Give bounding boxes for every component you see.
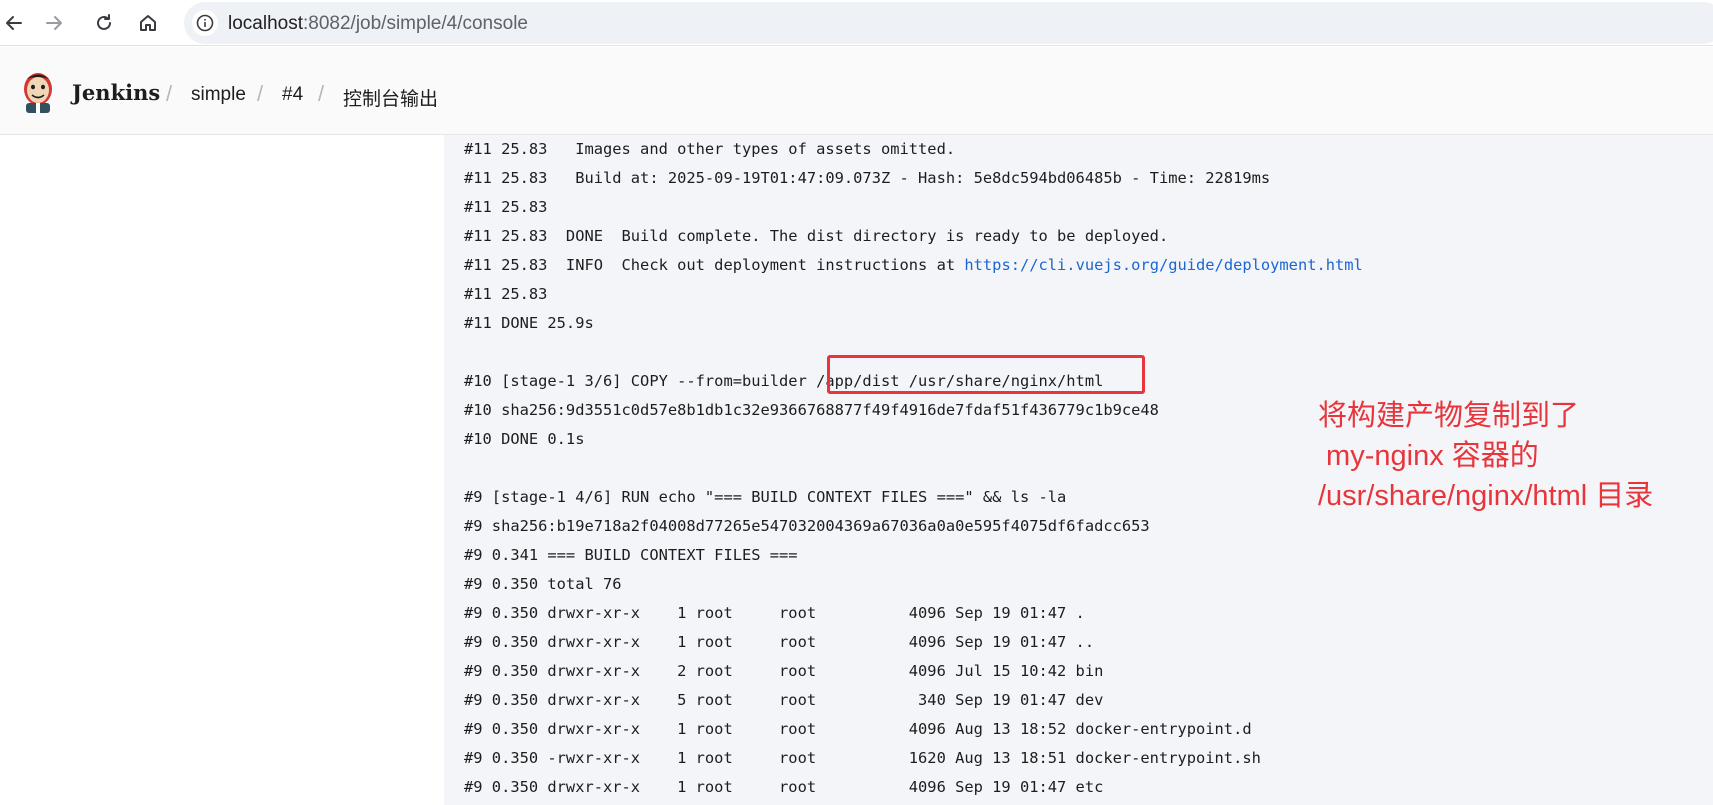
console-line: #11 25.83 Images and other types of asse… <box>464 135 1363 164</box>
console-line-text: #10 sha256:9d3551c0d57e8b1db1c32e9366768… <box>464 401 1159 419</box>
console-line: #9 0.350 -rwxr-xr-x 1 root root 1620 Aug… <box>464 744 1363 773</box>
console-line-text: #9 0.350 drwxr-xr-x 1 root root 4096 Aug… <box>464 720 1252 738</box>
console-line: #10 DONE 0.1s <box>464 425 1363 454</box>
console-line-text: #11 25.83 <box>464 285 548 303</box>
deployment-link[interactable]: https://cli.vuejs.org/guide/deployment.h… <box>964 256 1362 274</box>
annotation-text: 将构建产物复制到了 my-nginx 容器的 /usr/share/nginx/… <box>1318 400 1654 512</box>
console-line: #9 0.341 === BUILD CONTEXT FILES === <box>464 541 1363 570</box>
forward-icon[interactable] <box>40 9 68 37</box>
console-line: #11 25.83 DONE Build complete. The dist … <box>464 222 1363 251</box>
breadcrumb-separator: / <box>257 81 264 106</box>
url-text[interactable]: localhost:8082/job/simple/4/console <box>228 13 528 35</box>
console-line: #9 0.350 drwxr-xr-x 1 root root 4096 Sep… <box>464 599 1363 628</box>
console-line: #11 DONE 25.9s <box>464 309 1363 338</box>
breadcrumb-job[interactable]: simple <box>191 84 246 106</box>
console-line-text: #11 25.83 Build at: 2025-09-19T01:47:09.… <box>464 169 1271 187</box>
console-line-text: #9 0.350 drwxr-xr-x 1 root root 4096 Sep… <box>464 633 1095 651</box>
info-icon[interactable] <box>192 10 218 36</box>
console-line-text: #9 0.350 total 76 <box>464 575 622 593</box>
console-line: #10 sha256:9d3551c0d57e8b1db1c32e9366768… <box>464 396 1363 425</box>
console-line: #9 0.350 drwxr-xr-x 5 root root 340 Sep … <box>464 686 1363 715</box>
jenkins-brand[interactable]: Jenkins <box>72 80 160 105</box>
console-line-text: #11 25.83 DONE Build complete. The dist … <box>464 227 1169 245</box>
home-icon[interactable] <box>134 9 162 37</box>
breadcrumb-separator: / <box>318 81 325 106</box>
breadcrumb-separator: / <box>166 81 173 106</box>
console-line-text: #11 25.83 <box>464 198 548 216</box>
console-line: #9 0.350 drwxr-xr-x 1 root root 4096 Sep… <box>464 773 1363 802</box>
console-line-text: #9 0.350 drwxr-xr-x 2 root root 4096 Jul… <box>464 662 1104 680</box>
highlight-box <box>827 355 1145 394</box>
sidebar <box>0 135 444 805</box>
console-line: #11 25.83 INFO Check out deployment inst… <box>464 251 1363 280</box>
console-line-text: #10 DONE 0.1s <box>464 430 585 448</box>
jenkins-logo-icon[interactable] <box>18 71 58 115</box>
reload-icon[interactable] <box>90 9 118 37</box>
console-lines: #11 25.83 Images and other types of asse… <box>464 135 1363 802</box>
address-bar[interactable]: localhost:8082/job/simple/4/console <box>184 2 1713 44</box>
breadcrumb-console-output[interactable]: 控制台输出 <box>343 84 438 111</box>
console-line: #11 25.83 <box>464 280 1363 309</box>
console-line: #9 [stage-1 4/6] RUN echo "=== BUILD CON… <box>464 483 1363 512</box>
url-host: localhost <box>228 13 303 34</box>
console-line-text: #9 [stage-1 4/6] RUN echo "=== BUILD CON… <box>464 488 1067 506</box>
console-line-text: #11 25.83 Images and other types of asse… <box>464 140 956 158</box>
console-line-text: #9 0.350 drwxr-xr-x 1 root root 4096 Sep… <box>464 604 1085 622</box>
console-line-text: #9 0.350 drwxr-xr-x 1 root root 4096 Sep… <box>464 778 1104 796</box>
console-line-text: #11 DONE 25.9s <box>464 314 594 332</box>
url-path: :8082/job/simple/4/console <box>303 13 528 34</box>
console-line: #11 25.83 <box>464 193 1363 222</box>
back-icon[interactable] <box>0 9 28 37</box>
console-line: #9 0.350 drwxr-xr-x 1 root root 4096 Aug… <box>464 715 1363 744</box>
console-line: #9 0.350 drwxr-xr-x 2 root root 4096 Jul… <box>464 657 1363 686</box>
console-line: #9 0.350 total 76 <box>464 570 1363 599</box>
console-line-text: #9 0.350 drwxr-xr-x 5 root root 340 Sep … <box>464 691 1104 709</box>
console-line-text: #9 0.341 === BUILD CONTEXT FILES === <box>464 546 798 564</box>
jenkins-header: Jenkins / simple / #4 / 控制台输出 <box>0 47 1713 135</box>
console-line-text: #9 sha256:b19e718a2f04008d77265e54703200… <box>464 517 1150 535</box>
console-line: #11 25.83 Build at: 2025-09-19T01:47:09.… <box>464 164 1363 193</box>
browser-toolbar: localhost:8082/job/simple/4/console <box>0 0 1713 46</box>
console-line: #9 0.350 drwxr-xr-x 1 root root 4096 Sep… <box>464 628 1363 657</box>
console-line-text: #9 0.350 -rwxr-xr-x 1 root root 1620 Aug… <box>464 749 1261 767</box>
console-line-text: #11 25.83 INFO Check out deployment inst… <box>464 256 965 274</box>
console-line: #9 sha256:b19e718a2f04008d77265e54703200… <box>464 512 1363 541</box>
breadcrumb-build[interactable]: #4 <box>282 84 303 106</box>
